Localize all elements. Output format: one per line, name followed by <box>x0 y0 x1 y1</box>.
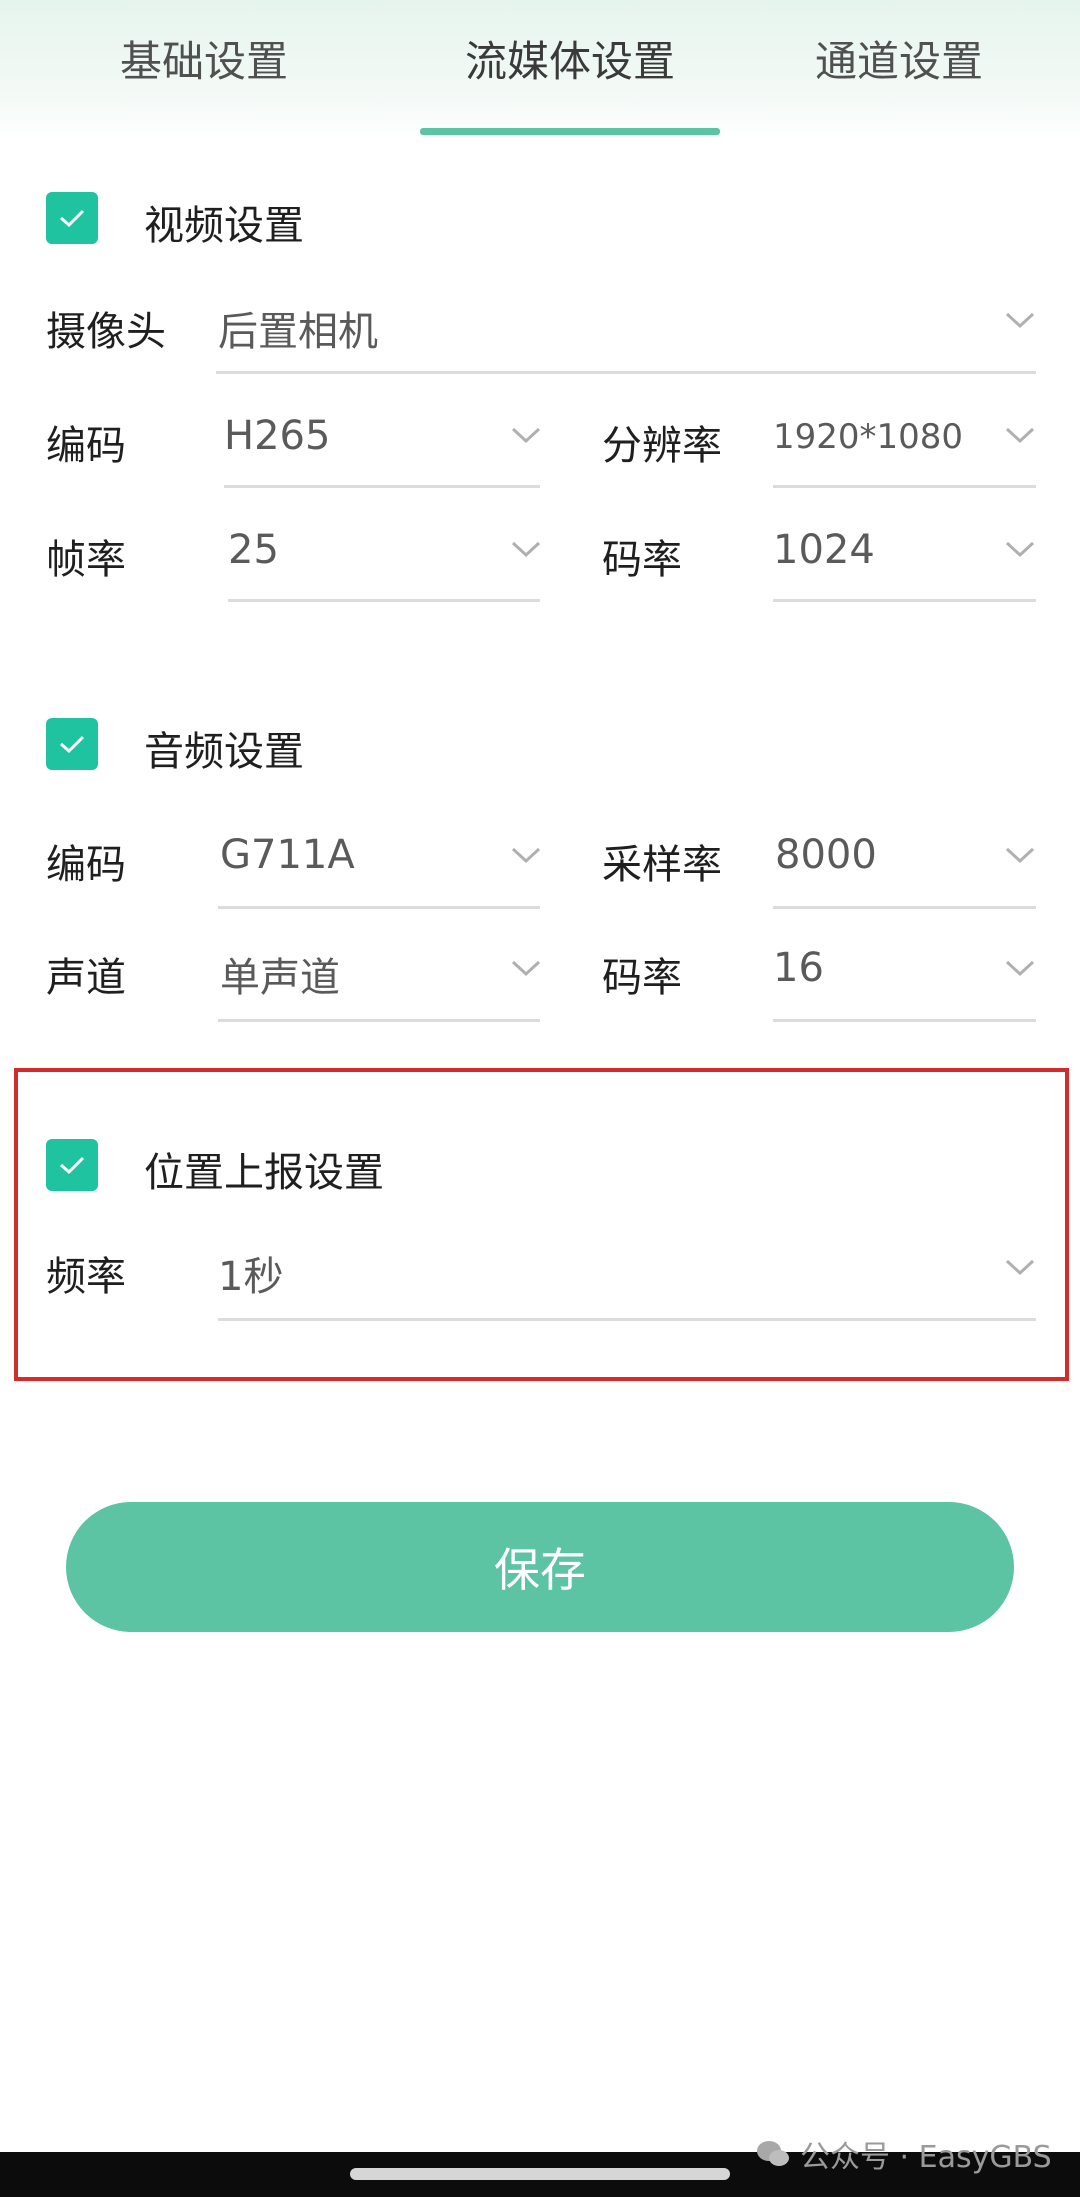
watermark: 公众号 · EasyGBS <box>756 2132 1052 2176</box>
audio-settings-title: 音频设置 <box>144 729 304 775</box>
frequency-label: 频率 <box>46 1254 126 1300</box>
channel-underline <box>218 1019 540 1022</box>
audio-codec-underline <box>218 906 540 909</box>
chevron-down-icon <box>511 427 541 444</box>
save-button[interactable]: 保存 <box>66 1502 1014 1632</box>
samplerate-value: 8000 <box>775 832 877 878</box>
location-settings-title: 位置上报设置 <box>144 1150 384 1196</box>
channel-label: 声道 <box>46 955 126 1001</box>
chevron-down-icon <box>1005 847 1035 864</box>
audio-codec-value: G711A <box>220 832 355 878</box>
audio-settings-checkbox[interactable] <box>46 718 98 770</box>
audio-bitrate-value: 16 <box>773 945 824 991</box>
active-tab-indicator <box>420 128 720 135</box>
tab-streaming-settings[interactable]: 流媒体设置 <box>465 28 675 89</box>
frequency-underline <box>218 1318 1036 1321</box>
audio-bitrate-label: 码率 <box>602 955 682 1001</box>
resolution-underline <box>773 485 1036 488</box>
tab-basic-settings[interactable]: 基础设置 <box>120 28 288 89</box>
chevron-down-icon <box>511 960 541 977</box>
video-bitrate-value: 1024 <box>773 527 875 573</box>
framerate-value: 25 <box>228 527 279 573</box>
location-settings-checkbox[interactable] <box>46 1139 98 1191</box>
home-indicator[interactable] <box>350 2168 730 2180</box>
frequency-value: 1秒 <box>218 1254 284 1300</box>
video-bitrate-underline <box>773 599 1036 602</box>
check-icon <box>60 735 85 754</box>
samplerate-label: 采样率 <box>602 842 722 888</box>
check-icon <box>60 209 85 228</box>
chevron-down-icon <box>511 541 541 558</box>
location-settings-highlight <box>14 1068 1069 1381</box>
framerate-label: 帧率 <box>46 537 126 583</box>
video-bitrate-label: 码率 <box>602 537 682 583</box>
chevron-down-icon <box>1005 541 1035 558</box>
video-codec-underline <box>224 485 540 488</box>
chevron-down-icon <box>1005 1259 1035 1276</box>
resolution-label: 分辨率 <box>602 423 722 469</box>
chevron-down-icon <box>1005 312 1035 329</box>
chevron-down-icon <box>1005 960 1035 977</box>
video-codec-label: 编码 <box>46 423 126 469</box>
camera-label: 摄像头 <box>46 309 166 355</box>
video-settings-title: 视频设置 <box>144 203 304 249</box>
audio-codec-label: 编码 <box>46 842 126 888</box>
video-settings-checkbox[interactable] <box>46 192 98 244</box>
video-codec-value: H265 <box>224 413 331 459</box>
framerate-underline <box>228 599 540 602</box>
wechat-icon <box>757 2141 789 2166</box>
tab-bar: 基础设置 流媒体设置 通道设置 <box>0 0 1080 140</box>
check-icon <box>60 1156 85 1175</box>
tab-channel-settings[interactable]: 通道设置 <box>815 28 983 89</box>
chevron-down-icon <box>511 847 541 864</box>
resolution-value: 1920*1080 <box>773 417 964 457</box>
watermark-text: 公众号 · EasyGBS <box>800 2140 1052 2175</box>
camera-underline <box>216 371 1036 374</box>
audio-bitrate-underline <box>773 1019 1036 1022</box>
samplerate-underline <box>773 906 1036 909</box>
channel-value: 单声道 <box>220 955 340 1001</box>
camera-value: 后置相机 <box>218 309 378 355</box>
chevron-down-icon <box>1005 427 1035 444</box>
